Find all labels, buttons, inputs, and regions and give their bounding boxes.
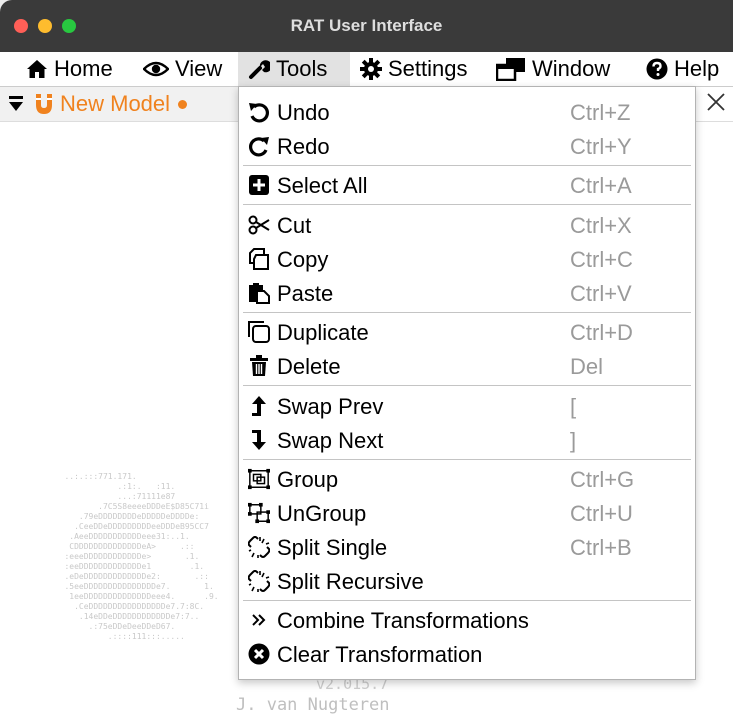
menu-item-group-label: Group — [277, 467, 339, 492]
menu-item-swap-next-shortcut: ] — [570, 428, 577, 453]
menu-item-swap-next-label: Swap Next — [277, 428, 384, 453]
menu-item-swap-prev-shortcut: [ — [570, 394, 577, 419]
menu-item-group-shortcut: Ctrl+G — [570, 467, 635, 492]
menu-item-cut-label: Cut — [277, 213, 312, 238]
menu-item-ungroup[interactable]: UnGroup Ctrl+U — [239, 496, 695, 530]
menu-settings-label: Settings — [388, 56, 468, 81]
menu-item-split-recursive[interactable]: Split Recursive — [239, 564, 695, 598]
menu-separator — [243, 459, 691, 460]
tools-dropdown-menu: Undo Ctrl+Z Redo Ctrl+Y Select All Ctrl+… — [238, 86, 696, 680]
menu-view[interactable]: View — [143, 52, 222, 86]
menu-separator — [243, 165, 691, 166]
menu-item-redo-shortcut: Ctrl+Y — [570, 134, 632, 159]
menu-item-split-single[interactable]: Split Single Ctrl+B — [239, 530, 695, 564]
ungroup-icon — [248, 502, 270, 524]
menu-item-duplicate-label: Duplicate — [277, 320, 369, 345]
menu-item-paste-label: Paste — [277, 281, 334, 306]
menu-separator — [243, 600, 691, 601]
close-tab-icon[interactable] — [705, 91, 727, 113]
menu-item-combine-transformations[interactable]: Combine Transformations — [239, 603, 695, 637]
duplicate-icon — [248, 321, 270, 343]
app-window: RAT User Interface Home View Tools Setti… — [0, 0, 733, 727]
menu-item-split-single-shortcut: Ctrl+B — [570, 535, 632, 560]
menu-item-undo-shortcut: Ctrl+Z — [570, 100, 631, 125]
menu-item-delete-shortcut: Del — [570, 354, 604, 379]
menu-item-delete-label: Delete — [277, 354, 341, 379]
menu-item-combine-transformations-label: Combine Transformations — [277, 608, 529, 633]
menu-item-group[interactable]: Group Ctrl+G — [239, 462, 695, 496]
menu-item-split-single-label: Split Single — [277, 535, 388, 560]
scissors-icon — [248, 214, 270, 236]
help-circle-icon — [646, 58, 668, 80]
menu-home[interactable]: Home — [26, 52, 113, 86]
menu-item-copy-label: Copy — [277, 247, 329, 272]
menu-item-ungroup-shortcut: Ctrl+U — [570, 501, 633, 526]
menu-item-undo[interactable]: Undo Ctrl+Z — [239, 95, 695, 129]
author-label: J. van Nugteren — [236, 695, 390, 715]
menu-item-select-all[interactable]: Select All Ctrl+A — [239, 168, 695, 202]
menu-item-paste[interactable]: Paste Ctrl+V — [239, 276, 695, 310]
arrow-down-icon — [248, 429, 270, 451]
menu-item-delete[interactable]: Delete Del — [239, 349, 695, 383]
wrench-icon — [248, 58, 270, 80]
menu-item-copy[interactable]: Copy Ctrl+C — [239, 242, 695, 276]
menu-item-ungroup-label: UnGroup — [277, 501, 367, 526]
plus-square-icon — [248, 174, 270, 196]
menu-window[interactable]: Window — [496, 52, 610, 86]
menu-item-redo[interactable]: Redo Ctrl+Y — [239, 129, 695, 163]
undo-icon — [248, 101, 270, 123]
group-icon — [248, 468, 270, 490]
menu-item-paste-shortcut: Ctrl+V — [570, 281, 632, 306]
title-bar: RAT User Interface — [0, 0, 733, 53]
menu-settings[interactable]: Settings — [360, 52, 468, 86]
menu-help-label: Help — [674, 56, 720, 81]
split-link-icon — [248, 536, 270, 558]
menu-item-cut[interactable]: Cut Ctrl+X — [239, 208, 695, 242]
menu-item-undo-label: Undo — [277, 100, 330, 125]
double-chevron-right-icon — [248, 609, 270, 631]
menu-bar: Home View Tools Settings Window Help — [0, 52, 733, 87]
menu-item-swap-prev-label: Swap Prev — [277, 394, 384, 419]
window-restore-icon — [496, 57, 526, 81]
home-icon — [26, 59, 48, 79]
redo-icon — [248, 135, 270, 157]
menu-help[interactable]: Help — [646, 52, 719, 86]
menu-item-split-recursive-label: Split Recursive — [277, 569, 424, 594]
splash-ascii-logo: ..:.:::771.171. .:1:. :11. ...:71111e87 … — [64, 472, 219, 641]
gear-icon — [360, 58, 382, 80]
menu-view-label: View — [175, 56, 223, 81]
menu-item-duplicate-shortcut: Ctrl+D — [570, 320, 633, 345]
menu-tools[interactable]: Tools — [238, 52, 350, 86]
menu-item-clear-transformation[interactable]: Clear Transformation — [239, 637, 695, 671]
unsaved-dot — [178, 99, 188, 109]
paste-icon — [248, 282, 270, 304]
menu-separator — [243, 385, 691, 386]
menu-window-label: Window — [532, 56, 611, 81]
copy-icon — [248, 248, 270, 270]
eye-icon — [143, 60, 169, 78]
menu-item-copy-shortcut: Ctrl+C — [570, 247, 633, 272]
tab-new-model[interactable]: New Model — [0, 87, 240, 121]
menu-separator — [243, 312, 691, 313]
window-title: RAT User Interface — [290, 16, 443, 35]
menu-separator — [243, 204, 691, 205]
split-link-icon — [248, 570, 270, 592]
menu-item-cut-shortcut: Ctrl+X — [570, 213, 632, 238]
menu-item-select-all-shortcut: Ctrl+A — [570, 173, 632, 198]
menu-item-select-all-label: Select All — [277, 173, 368, 198]
menu-item-duplicate[interactable]: Duplicate Ctrl+D — [239, 315, 695, 349]
menu-item-redo-label: Redo — [277, 134, 330, 159]
menu-item-swap-next[interactable]: Swap Next ] — [239, 423, 695, 457]
collapse-arrow-icon[interactable] — [8, 95, 24, 113]
tab-label: New Model — [60, 91, 171, 116]
times-circle-icon — [248, 643, 270, 665]
magnet-icon — [34, 93, 54, 115]
menu-item-swap-prev[interactable]: Swap Prev [ — [239, 389, 695, 423]
menu-home-label: Home — [54, 56, 113, 81]
menu-tools-label: Tools — [276, 56, 328, 81]
menu-item-clear-transformation-label: Clear Transformation — [277, 642, 483, 667]
trash-icon — [248, 355, 270, 377]
arrow-up-icon — [248, 395, 270, 417]
